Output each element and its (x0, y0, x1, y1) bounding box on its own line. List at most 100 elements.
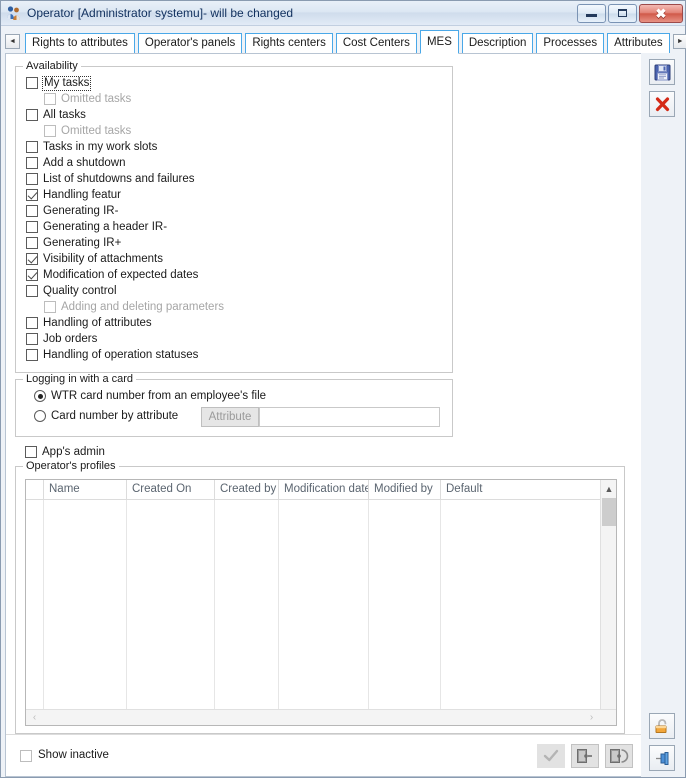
radio-wtr-card[interactable]: WTR card number from an employee's file (34, 388, 266, 404)
scroll-left-icon[interactable]: ‹ (26, 712, 43, 723)
checkbox-box (26, 205, 38, 217)
users-icon (6, 5, 22, 21)
checkbox-label: Job orders (43, 332, 98, 345)
column-header[interactable]: Modified by (369, 480, 441, 499)
checkbox-row[interactable]: All tasks (26, 107, 86, 123)
profiles-table-vertical-scrollbar[interactable]: ▲ ▼ (600, 480, 616, 725)
tab-rights-to-attributes[interactable]: Rights to attributes (25, 33, 135, 53)
checkbox-row[interactable]: Generating a header IR- (26, 219, 167, 235)
radio-card-by-attribute-label: Card number by attribute (51, 409, 179, 422)
cancel-button[interactable] (649, 91, 675, 117)
column-header[interactable]: Created by (215, 480, 279, 499)
check-icon (543, 749, 559, 761)
column-header[interactable]: Name (44, 480, 127, 499)
unlock-button[interactable] (649, 713, 675, 739)
checkbox-row[interactable]: List of shutdowns and failures (26, 171, 195, 187)
door-out-icon (610, 748, 629, 763)
checkbox-label: Adding and deleting parameters (61, 300, 225, 313)
availability-group-title: Availability (23, 60, 81, 72)
tab-scroll-right-button[interactable]: ► (672, 34, 686, 49)
checkbox-row[interactable]: Tasks in my work slots (26, 139, 157, 155)
tab-cost-centers[interactable]: Cost Centers (335, 33, 417, 53)
checkbox-row: Adding and deleting parameters (44, 299, 224, 315)
checkbox-row[interactable]: Quality control (26, 283, 117, 299)
profiles-table[interactable]: Name Created On Created by Modification dat… (25, 479, 617, 726)
profiles-group: Operator's profiles Name Created On Create… (15, 460, 625, 734)
table-column (127, 500, 215, 725)
save-button[interactable] (649, 59, 675, 85)
radio-card-by-attribute[interactable]: Card number by attribute (34, 408, 178, 424)
cancel-icon (655, 96, 669, 111)
column-header[interactable] (26, 480, 44, 499)
checkbox-show-inactive[interactable]: Show inactive (20, 749, 109, 762)
checkbox-row[interactable]: Modification of expected dates (26, 267, 198, 283)
checkbox-box (26, 237, 38, 249)
confirm-button[interactable] (537, 743, 565, 768)
column-header[interactable]: Created On (127, 480, 215, 499)
profiles-table-body (26, 500, 616, 725)
checkbox-row[interactable]: Generating IR+ (26, 235, 121, 251)
scroll-up-icon[interactable]: ▲ (601, 480, 616, 497)
checkbox-row[interactable]: Handling of attributes (26, 315, 152, 331)
checkbox-label: Generating a header IR- (43, 220, 168, 233)
checkbox-label: Modification of expected dates (43, 268, 199, 281)
checkbox-show-inactive-box (20, 749, 32, 762)
right-toolbar-top (649, 59, 675, 117)
checkbox-box (26, 253, 38, 265)
checkbox-row: Omitted tasks (44, 91, 131, 107)
profiles-table-header: Name Created On Created by Modification dat… (26, 480, 616, 500)
tab-description[interactable]: Description (461, 33, 534, 53)
checkbox-box (26, 109, 38, 121)
checkbox-row[interactable]: Visibility of attachments (26, 251, 163, 267)
checkbox-label: Add a shutdown (43, 156, 126, 169)
checkbox-row[interactable]: Generating IR- (26, 203, 118, 219)
attribute-value-input[interactable] (259, 407, 440, 427)
checkbox-row: Omitted tasks (44, 123, 131, 139)
move-out-button[interactable] (605, 743, 633, 768)
checkbox-row[interactable]: Handling featur (26, 187, 121, 203)
availability-group: Availability My tasks Omitted tasks All ta… (15, 60, 453, 373)
checkbox-label: Generating IR- (43, 204, 119, 217)
tab-list: Rights to attributes Operator's panels Rig… (25, 26, 673, 54)
checkbox-label: Visibility of attachments (43, 252, 163, 265)
tab-attributes[interactable]: Attributes (607, 33, 670, 53)
tab-operator-s-panels[interactable]: Operator's panels (137, 33, 243, 53)
checkbox-show-inactive-label: Show inactive (38, 749, 109, 761)
scroll-right-icon[interactable]: › (583, 712, 600, 723)
table-column (44, 500, 127, 725)
chevron-left-icon: ◄ (9, 38, 16, 45)
table-column (369, 500, 441, 725)
profiles-group-title: Operator's profiles (23, 460, 119, 472)
close-button[interactable]: ✖ (639, 3, 683, 23)
maximize-icon (618, 9, 627, 17)
tab-content-mes: Availability My tasks Omitted tasks All ta… (5, 53, 641, 777)
column-header[interactable]: Modification date (279, 480, 369, 499)
checkbox-box (26, 221, 38, 233)
table-column (441, 500, 601, 725)
checkbox-box (26, 173, 38, 185)
vertical-scroll-thumb[interactable] (602, 498, 616, 526)
close-icon: ✖ (655, 5, 667, 21)
column-header[interactable]: Default (441, 480, 601, 499)
maximize-button[interactable] (608, 3, 637, 23)
checkbox-box (26, 77, 38, 89)
checkbox-row[interactable]: Add a shutdown (26, 155, 125, 171)
checkbox-row[interactable]: Job orders (26, 331, 97, 347)
checkbox-apps-admin[interactable]: App's admin (25, 444, 105, 460)
checkbox-label: Generating IR+ (43, 236, 122, 249)
pin-button[interactable] (649, 745, 675, 771)
tab-scroll-left-button[interactable]: ◄ (5, 34, 20, 49)
attribute-button[interactable]: Attribute (201, 407, 259, 427)
move-in-button[interactable] (571, 743, 599, 768)
tab-mes[interactable]: MES (419, 30, 459, 54)
body-row: Availability My tasks Omitted tasks All ta… (1, 53, 685, 777)
table-column (215, 500, 279, 725)
tab-processes[interactable]: Processes (536, 33, 605, 53)
tab-rights-centers[interactable]: Rights centers (245, 33, 333, 53)
minimize-button[interactable] (577, 3, 606, 23)
checkbox-row[interactable]: Handling of operation statuses (26, 347, 198, 363)
profiles-table-horizontal-scrollbar[interactable]: ‹ › (26, 709, 616, 725)
checkbox-box (44, 93, 56, 105)
checkbox-row[interactable]: My tasks (26, 75, 92, 91)
checkbox-label: My tasks (41, 75, 92, 91)
